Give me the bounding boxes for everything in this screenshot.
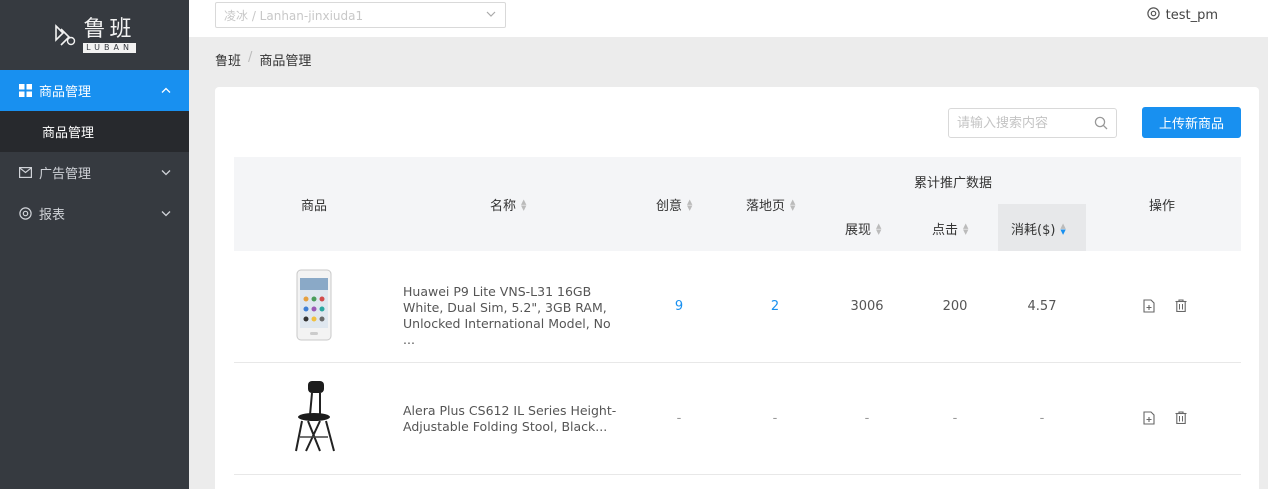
search-icon[interactable] [1094, 116, 1108, 134]
breadcrumb: 鲁班 / 商品管理 [215, 50, 311, 69]
settings-icon [18, 207, 32, 221]
sort-icon: ▲ ▼ [790, 197, 796, 212]
breadcrumb-home[interactable]: 鲁班 [215, 50, 241, 69]
col-header-label: 点击 [932, 223, 959, 238]
product-name: Huawei P9 Lite VNS-L31 16GB White, Dual … [403, 284, 611, 347]
chevron-down-icon [161, 167, 171, 178]
cost-value: 4.57 [1027, 299, 1057, 314]
trash-icon[interactable] [1175, 411, 1187, 425]
chevron-down-icon [486, 9, 496, 20]
menu-item-label: 广告管理 [39, 167, 92, 182]
col-header-label: 累计推广数据 [914, 176, 993, 191]
edit-document-icon[interactable] [1143, 411, 1155, 425]
menu-item-ad-management[interactable]: 广告管理 [0, 152, 189, 193]
clicks-value: 200 [942, 299, 968, 314]
col-header-label: 展现 [845, 223, 872, 238]
menu-item-product-management[interactable]: 商品管理 [0, 70, 189, 111]
mail-icon [18, 166, 32, 180]
user-icon [1146, 7, 1160, 24]
table-header: 商品 名称 ▲▼ 创意 ▲▼ 落地页 ▲▼ 累计推广数据 展现 ▲▼ 点 [234, 157, 1241, 251]
col-header-label: 名称 [490, 199, 517, 214]
sort-icon: ▲ ▼ [687, 197, 693, 212]
product-image-phone [296, 269, 332, 345]
col-header-cost[interactable]: 消耗($) ▲ ▼ [1011, 219, 1066, 238]
table-row: Huawei P9 Lite VNS-L31 16GB White, Dual … [234, 251, 1241, 363]
chevron-up-icon [161, 85, 171, 96]
user-menu[interactable]: test_pm [1146, 7, 1218, 24]
project-select[interactable]: 凌冰 / Lanhan-jinxiuda1 [215, 2, 506, 28]
sort-icon: ▲ ▼ [876, 221, 882, 236]
breadcrumb-separator: / [248, 50, 253, 65]
product-name: Alera Plus CS612 IL Series Height-Adjust… [403, 403, 617, 434]
logo[interactable]: 鲁班 LUBAN [0, 0, 189, 70]
trash-icon[interactable] [1175, 299, 1187, 313]
top-bar: 凌冰 / Lanhan-jinxiuda1 test_pm [189, 0, 1268, 37]
col-header-impressions[interactable]: 展现 ▲ ▼ [845, 219, 881, 238]
logo-subtext: LUBAN [83, 42, 136, 53]
product-image-stool [290, 379, 338, 459]
logo-text: 鲁班 [83, 16, 136, 42]
col-header-label: 商品 [301, 199, 328, 214]
sort-icon: ▲ ▼ [1060, 221, 1066, 236]
search-input[interactable] [957, 109, 1088, 137]
col-header-clicks[interactable]: 点击 ▲ ▼ [932, 219, 968, 238]
impressions-value: 3006 [850, 299, 884, 314]
impressions-value: - [864, 411, 870, 426]
menu-item-reports[interactable]: 报表 [0, 193, 189, 234]
submenu-item-product-management[interactable]: 商品管理 [0, 111, 189, 152]
edit-document-icon[interactable] [1143, 299, 1155, 313]
row-actions [1143, 299, 1187, 313]
cost-value: - [1039, 411, 1045, 426]
sort-icon: ▲ ▼ [521, 197, 527, 212]
col-header-label: 落地页 [746, 199, 786, 214]
col-header-product: 商品 [301, 195, 327, 214]
col-header-actions: 操作 [1149, 195, 1175, 214]
menu-item-label: 商品管理 [39, 85, 92, 100]
sidebar: 鲁班 LUBAN 商品管理 商品管理 广告管理 报表 [0, 0, 189, 489]
clicks-value: - [952, 411, 958, 426]
creative-count-link[interactable]: 9 [675, 299, 683, 314]
submenu-item-label: 商品管理 [42, 126, 95, 141]
product-table: 商品 名称 ▲▼ 创意 ▲▼ 落地页 ▲▼ 累计推广数据 展现 ▲▼ 点 [234, 157, 1241, 475]
col-group-header: 累计推广数据 [914, 172, 992, 191]
product-card: 上传新商品 商品 名称 ▲▼ 创意 ▲▼ 落地页 ▲▼ 累计推广数据 [215, 87, 1259, 489]
col-header-name[interactable]: 名称 ▲ ▼ [490, 195, 526, 214]
search-box [948, 108, 1117, 138]
col-header-creative[interactable]: 创意 ▲ ▼ [656, 195, 692, 214]
user-name: test_pm [1165, 8, 1218, 23]
table-row: Alera Plus CS612 IL Series Height-Adjust… [234, 363, 1241, 475]
upload-product-button[interactable]: 上传新商品 [1142, 107, 1241, 138]
col-header-label: 消耗($) [1011, 223, 1056, 238]
menu-item-label: 报表 [39, 208, 66, 223]
project-select-value: 凌冰 / Lanhan-jinxiuda1 [224, 8, 364, 23]
landing-count-link[interactable]: 2 [771, 299, 779, 314]
landing-count-link[interactable]: - [773, 411, 778, 426]
col-header-label: 操作 [1149, 199, 1176, 214]
logo-icon [55, 24, 76, 46]
col-header-landing[interactable]: 落地页 ▲ ▼ [746, 195, 795, 214]
row-actions [1143, 411, 1187, 425]
breadcrumb-current: 商品管理 [259, 54, 312, 69]
grid-icon [18, 84, 32, 98]
creative-count-link[interactable]: - [677, 411, 682, 426]
sort-icon: ▲ ▼ [963, 221, 969, 236]
col-header-label: 创意 [656, 199, 683, 214]
chevron-down-icon [161, 208, 171, 219]
